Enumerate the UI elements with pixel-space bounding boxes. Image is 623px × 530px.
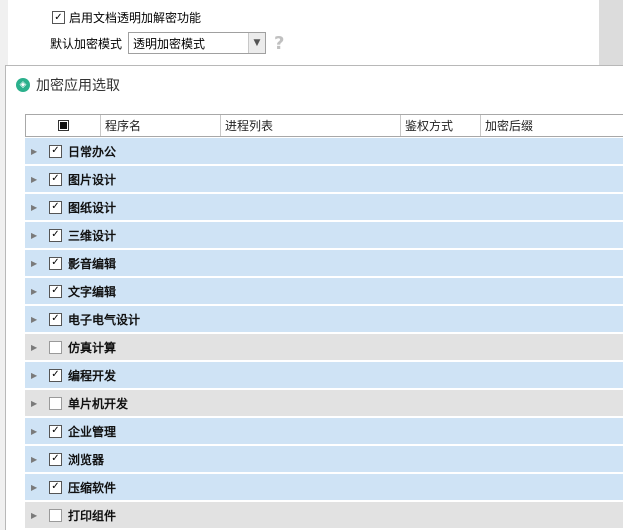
dialog-title: 加密应用选取 — [36, 78, 120, 94]
grid-header: 程序名 进程列表 鉴权方式 加密后缀 — [25, 114, 623, 137]
expand-arrow-icon[interactable]: ▶ — [31, 203, 41, 212]
select-all-checkbox[interactable] — [57, 120, 69, 131]
group-label: 图片设计 — [68, 172, 117, 187]
expand-arrow-icon[interactable]: ▶ — [31, 371, 41, 380]
expand-arrow-icon[interactable]: ▶ — [31, 231, 41, 240]
group-row[interactable]: ▶ ✓ 三维设计 — [25, 222, 623, 249]
group-row[interactable]: ▶ ✓ 电子电气设计 — [25, 306, 623, 333]
group-checkbox[interactable]: ✓ — [49, 424, 62, 438]
partial-check-icon — [59, 122, 67, 129]
group-row[interactable]: ▶ ✓ 图片设计 — [25, 166, 623, 193]
group-checkbox[interactable] — [49, 396, 62, 410]
group-row[interactable]: ▶ ✓ 日常办公 — [25, 138, 623, 165]
enable-label: 启用文档透明加解密功能 — [69, 11, 202, 25]
group-row[interactable]: ▶ ✓ 企业管理 — [25, 418, 623, 445]
default-mode-select[interactable]: 透明加密模式 ▼ — [128, 32, 266, 54]
group-checkbox[interactable]: ✓ — [49, 256, 62, 270]
group-label: 影音编辑 — [68, 256, 117, 271]
group-checkbox[interactable]: ✓ — [49, 452, 62, 466]
group-checkbox[interactable] — [49, 340, 62, 354]
expand-arrow-icon[interactable]: ▶ — [31, 147, 41, 156]
group-row[interactable]: ▶ ✓ 压缩软件 — [25, 474, 623, 501]
group-row[interactable]: ▶ 仿真计算 — [25, 334, 623, 361]
group-checkbox[interactable]: ✓ — [49, 284, 62, 298]
group-row[interactable]: ▶ ✓ 图纸设计 — [25, 194, 623, 221]
expand-arrow-icon[interactable]: ▶ — [31, 455, 41, 464]
group-label: 压缩软件 — [68, 480, 117, 495]
group-label: 仿真计算 — [68, 340, 117, 355]
expand-arrow-icon[interactable]: ▶ — [31, 343, 41, 352]
group-label: 图纸设计 — [68, 200, 117, 215]
select-all-cell[interactable] — [26, 115, 101, 136]
encryption-app-dialog: ◈ 加密应用选取 程序名 进程列表 鉴权方式 加密后缀 ▶ ✓ 日常办公 ▶ ✓ 图片设计… — [5, 65, 623, 530]
chevron-down-icon[interactable]: ▼ — [248, 33, 265, 53]
group-label: 电子电气设计 — [68, 312, 141, 327]
settings-scrollbar[interactable] — [599, 0, 623, 70]
group-checkbox[interactable]: ✓ — [49, 480, 62, 494]
default-mode-value: 透明加密模式 — [133, 36, 206, 51]
group-label: 三维设计 — [68, 228, 117, 243]
enable-checkbox[interactable]: ✓ — [52, 11, 65, 24]
col-auth-method[interactable]: 鉴权方式 — [401, 115, 481, 136]
group-checkbox[interactable]: ✓ — [49, 312, 62, 326]
group-row[interactable]: ▶ ✓ 编程开发 — [25, 362, 623, 389]
app-logo-icon: ◈ — [16, 78, 30, 92]
default-mode-label: 默认加密模式 — [50, 36, 123, 51]
group-checkbox[interactable]: ✓ — [49, 228, 62, 242]
group-checkbox[interactable]: ✓ — [49, 200, 62, 214]
group-checkbox[interactable]: ✓ — [49, 144, 62, 158]
group-checkbox[interactable]: ✓ — [49, 368, 62, 382]
app-grid: 程序名 进程列表 鉴权方式 加密后缀 ▶ ✓ 日常办公 ▶ ✓ 图片设计 ▶ ✓ 图纸设计 ▶ ✓ 三… — [25, 114, 623, 529]
expand-arrow-icon[interactable]: ▶ — [31, 483, 41, 492]
group-row[interactable]: ▶ ✓ 浏览器 — [25, 446, 623, 473]
group-label: 单片机开发 — [68, 396, 129, 411]
col-process-list[interactable]: 进程列表 — [221, 115, 401, 136]
expand-arrow-icon[interactable]: ▶ — [31, 427, 41, 436]
expand-arrow-icon[interactable]: ▶ — [31, 511, 41, 520]
expand-arrow-icon[interactable]: ▶ — [31, 399, 41, 408]
group-row[interactable]: ▶ 打印组件 — [25, 502, 623, 529]
dialog-title-bar: ◈ 加密应用选取 — [16, 75, 120, 95]
enable-transparent-encryption[interactable]: ✓ 启用文档透明加解密功能 — [52, 9, 201, 26]
expand-arrow-icon[interactable]: ▶ — [31, 287, 41, 296]
expand-arrow-icon[interactable]: ▶ — [31, 259, 41, 268]
group-row[interactable]: ▶ ✓ 文字编辑 — [25, 278, 623, 305]
group-row[interactable]: ▶ 单片机开发 — [25, 390, 623, 417]
group-row[interactable]: ▶ ✓ 影音编辑 — [25, 250, 623, 277]
col-program-name[interactable]: 程序名 — [101, 115, 221, 136]
default-mode-row: 默认加密模式 透明加密模式 ▼ ? — [50, 32, 284, 54]
help-icon[interactable]: ? — [274, 33, 284, 54]
group-label: 编程开发 — [68, 368, 117, 383]
group-label: 浏览器 — [68, 452, 105, 467]
group-label: 文字编辑 — [68, 284, 117, 299]
group-label: 打印组件 — [68, 508, 117, 523]
expand-arrow-icon[interactable]: ▶ — [31, 315, 41, 324]
group-checkbox[interactable] — [49, 508, 62, 522]
group-rows: ▶ ✓ 日常办公 ▶ ✓ 图片设计 ▶ ✓ 图纸设计 ▶ ✓ 三维设计 ▶ ✓ 影音编辑 ▶ ✓ 文字编辑 ▶ ✓ 电子… — [25, 138, 623, 529]
col-encrypt-suffix[interactable]: 加密后缀 — [481, 115, 623, 136]
group-checkbox[interactable]: ✓ — [49, 172, 62, 186]
group-label: 企业管理 — [68, 424, 117, 439]
expand-arrow-icon[interactable]: ▶ — [31, 175, 41, 184]
group-label: 日常办公 — [68, 144, 117, 159]
